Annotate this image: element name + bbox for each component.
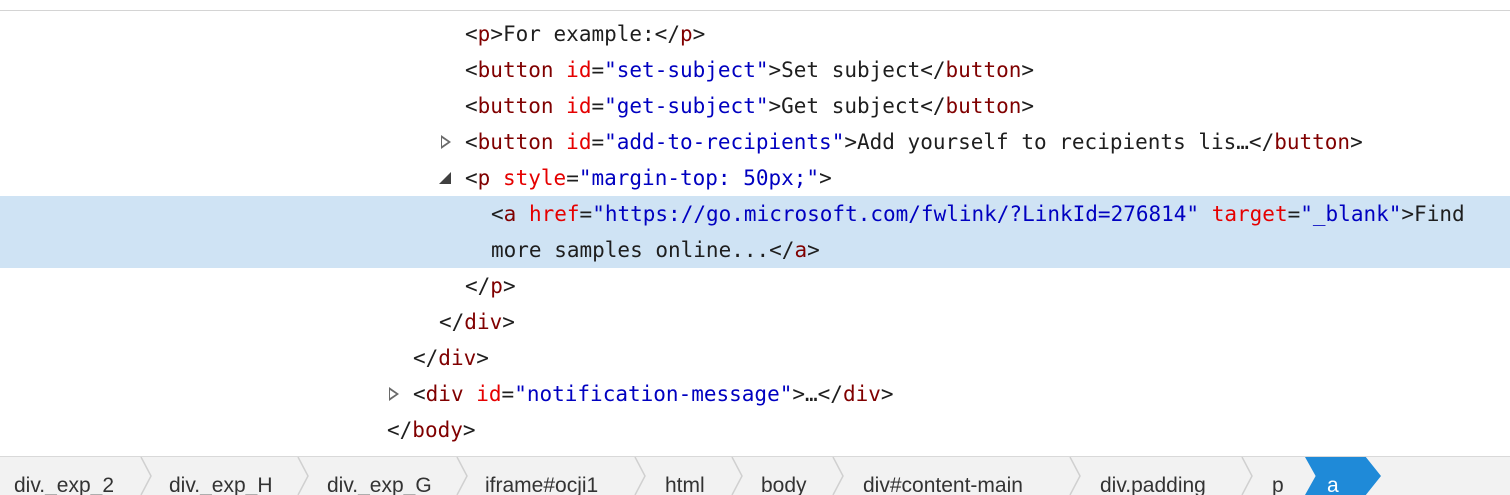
breadcrumb-item[interactable]: div._exp_H	[169, 457, 273, 495]
breadcrumb-item[interactable]: iframe#ocji1	[485, 457, 598, 495]
breadcrumb-item[interactable]: div#content-main	[863, 457, 1023, 495]
breadcrumb-item[interactable]: p	[1272, 457, 1284, 495]
chevron-right-icon	[456, 457, 468, 495]
dom-node-body-close[interactable]: </body>	[0, 412, 1510, 448]
collapse-triangle-icon[interactable]	[439, 160, 455, 196]
breadcrumb-item[interactable]: div.padding	[1100, 457, 1206, 495]
chevron-right-icon	[832, 457, 844, 495]
dom-node-a-selected-continued[interactable]: more samples online...</a>	[0, 232, 1510, 268]
breadcrumb: div._exp_2 div._exp_H div._exp_G iframe#…	[0, 456, 1510, 495]
dom-node-a-selected[interactable]: <a href="https://go.microsoft.com/fwlink…	[0, 196, 1510, 232]
breadcrumb-item[interactable]: html	[665, 457, 705, 495]
chevron-right-icon	[297, 457, 309, 495]
chevron-right-icon	[1069, 457, 1081, 495]
dom-node-div-notification-message[interactable]: <div id="notification-message">…</div>	[0, 376, 1510, 412]
dom-node-button-add-to-recipients[interactable]: <button id="add-to-recipients">Add yours…	[0, 124, 1510, 160]
dom-tree: <p>For example:</p> <button id="set-subj…	[0, 16, 1510, 454]
dom-node-button-get-subject[interactable]: <button id="get-subject">Get subject</bu…	[0, 88, 1510, 124]
breadcrumb-item[interactable]: body	[761, 457, 807, 495]
dom-node-p-margin-top[interactable]: <p style="margin-top: 50px;">	[0, 160, 1510, 196]
chevron-right-icon	[1241, 457, 1253, 495]
chevron-right-icon	[731, 457, 743, 495]
dom-node-div-close[interactable]: </div>	[0, 304, 1510, 340]
chevron-right-icon	[634, 457, 646, 495]
breadcrumb-item[interactable]: div._exp_G	[327, 457, 432, 495]
dom-node-div-close-outer[interactable]: </div>	[0, 340, 1510, 376]
dom-node-p-close[interactable]: </p>	[0, 268, 1510, 304]
breadcrumb-active-label: a	[1327, 474, 1339, 495]
breadcrumb-item[interactable]: div._exp_2	[14, 457, 114, 495]
dom-node-html-close[interactable]: </html>	[0, 448, 1510, 454]
chevron-right-icon	[140, 457, 152, 495]
expand-triangle-icon[interactable]	[439, 124, 455, 160]
breadcrumb-item-active[interactable]: a	[1305, 457, 1381, 495]
dom-node-p-for-example[interactable]: <p>For example:</p>	[0, 16, 1510, 52]
expand-triangle-icon[interactable]	[387, 376, 403, 412]
panel-top-border	[0, 10, 1510, 11]
dom-node-button-set-subject[interactable]: <button id="set-subject">Set subject</bu…	[0, 52, 1510, 88]
